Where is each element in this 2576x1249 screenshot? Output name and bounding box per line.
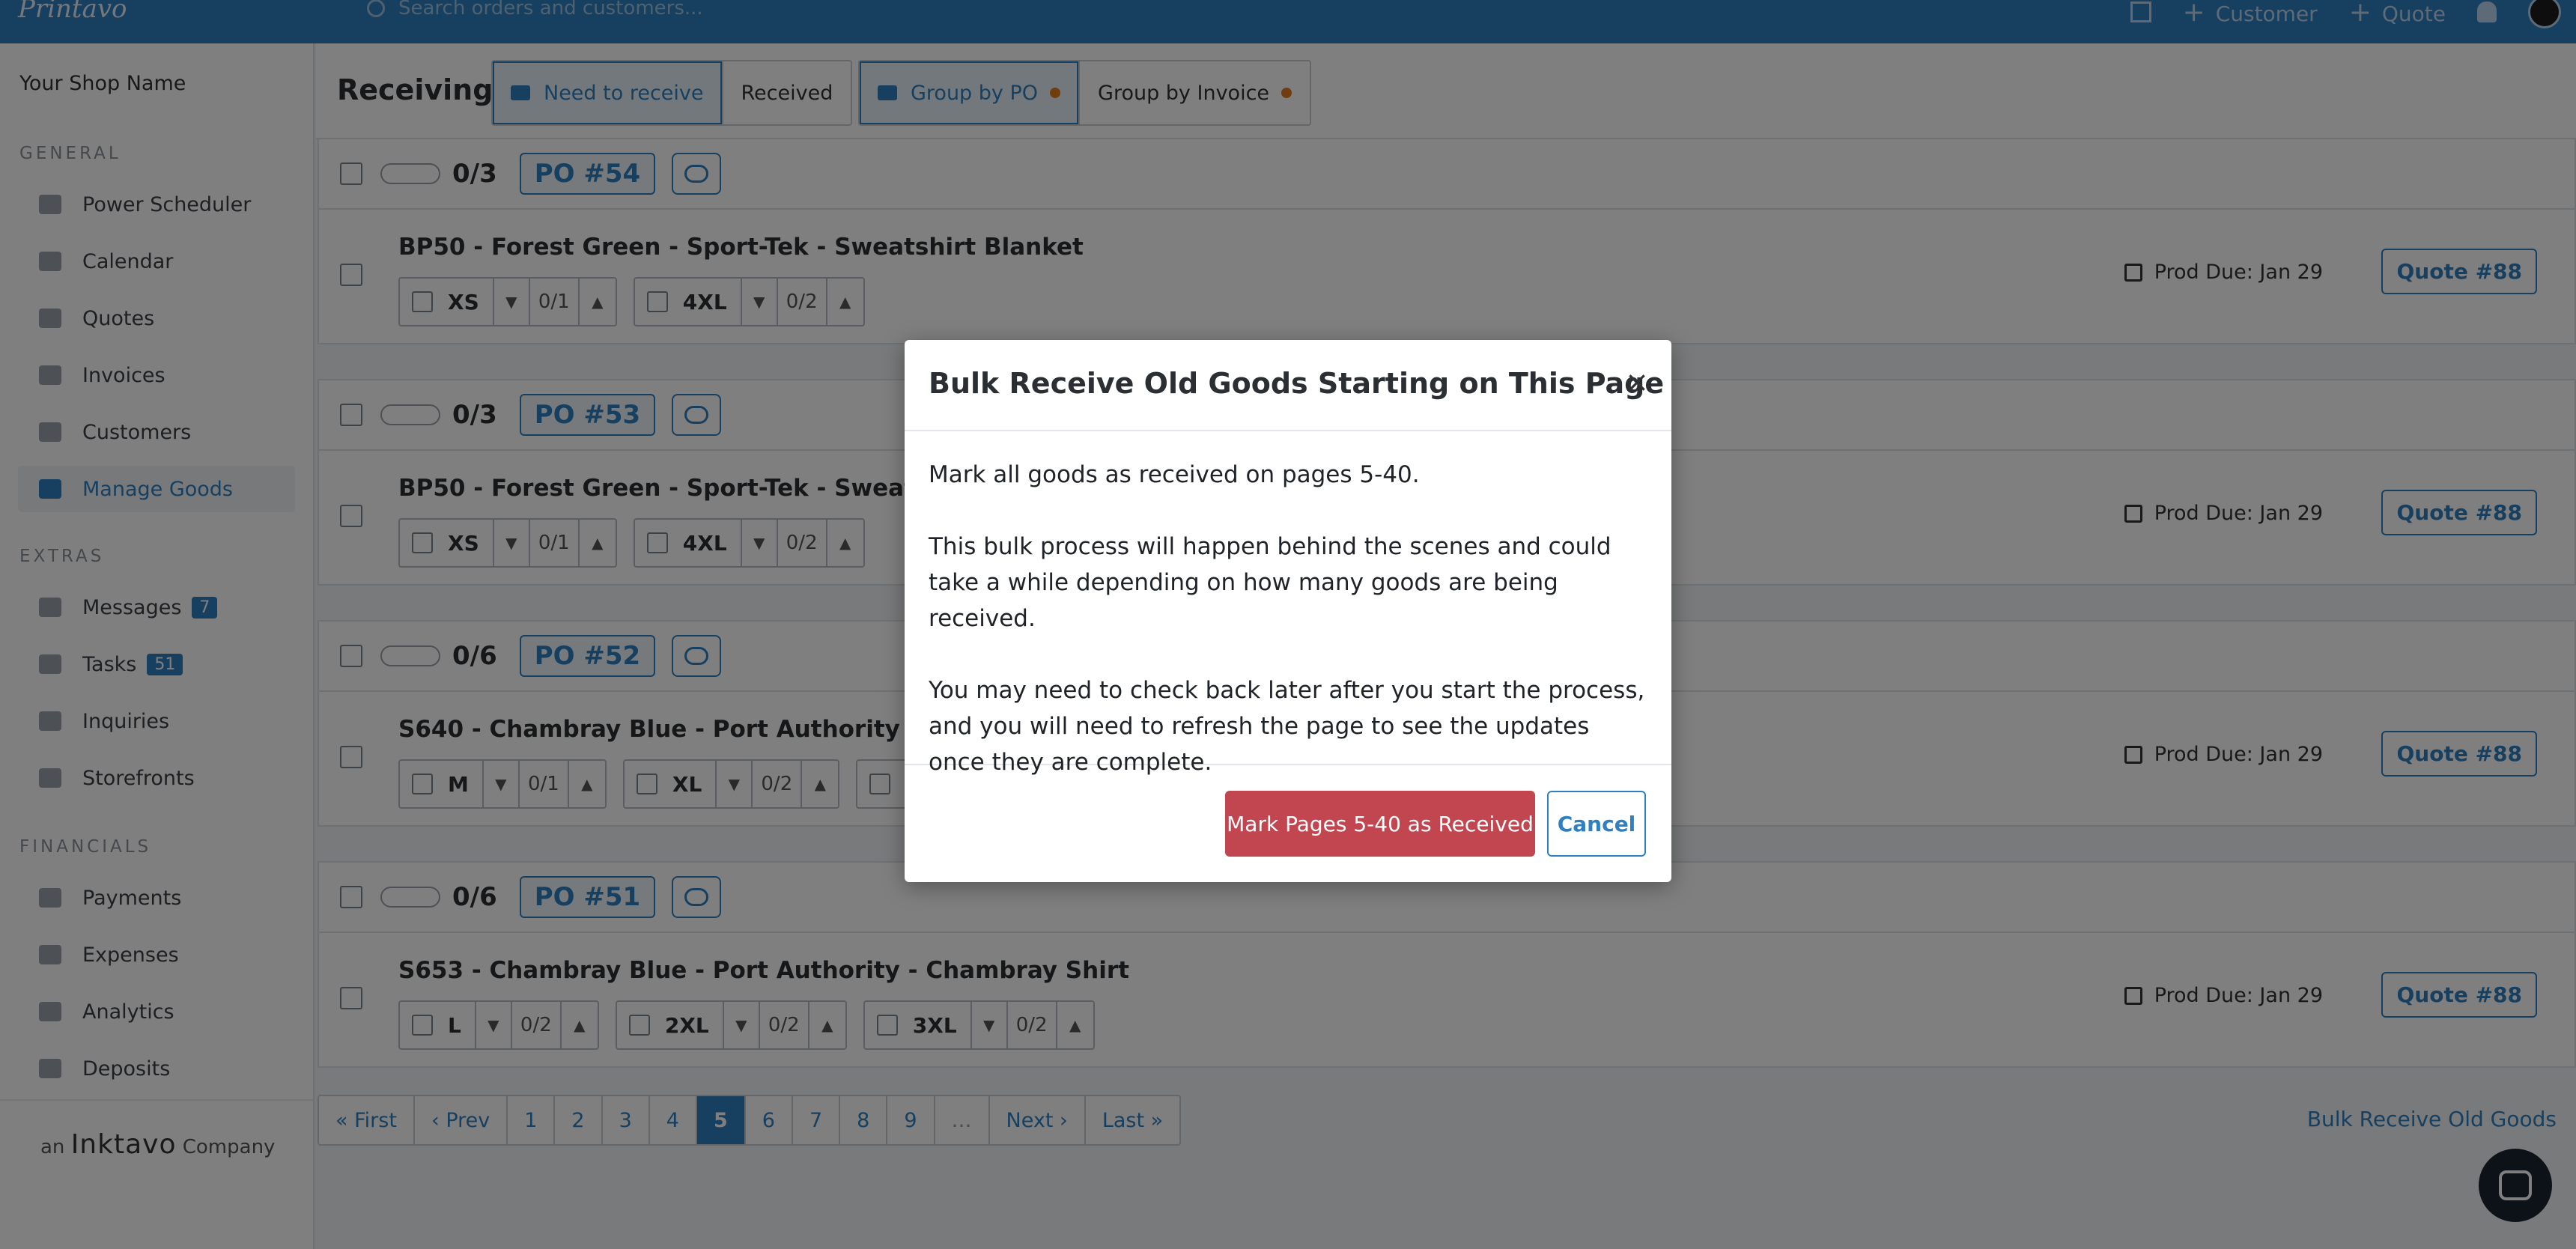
bulk-receive-modal: Bulk Receive Old Goods Starting on This … — [905, 340, 1671, 882]
mark-pages-received-button[interactable]: Mark Pages 5-40 as Received — [1225, 791, 1535, 857]
modal-header: Bulk Receive Old Goods Starting on This … — [905, 340, 1671, 431]
modal-footer: Mark Pages 5-40 as Received Cancel — [905, 765, 1671, 881]
modal-title: Bulk Receive Old Goods Starting on This … — [929, 367, 1665, 400]
modal-paragraph: This bulk process will happen behind the… — [929, 533, 1611, 632]
cancel-button[interactable]: Cancel — [1547, 791, 1646, 857]
close-icon[interactable]: × — [1625, 365, 1649, 398]
modal-paragraph: You may need to check back later after y… — [929, 677, 1645, 776]
modal-body: Mark all goods as received on pages 5-40… — [905, 431, 1671, 776]
modal-paragraph: Mark all goods as received on pages 5-40… — [929, 461, 1420, 488]
